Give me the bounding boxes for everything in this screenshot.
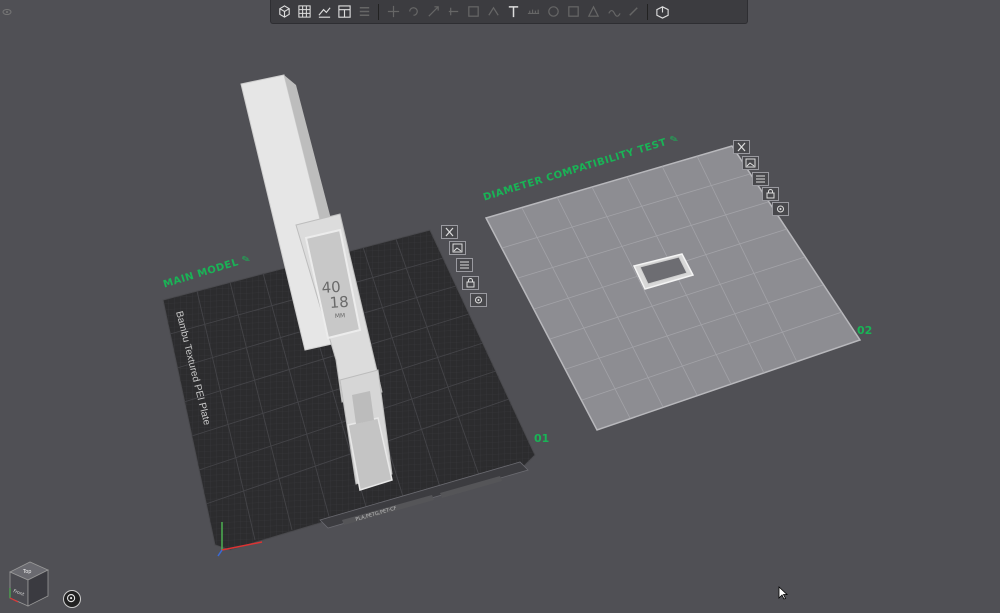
seam-icon[interactable] [484, 3, 502, 21]
navigation-cube[interactable]: Top Front [6, 558, 50, 610]
plate-02-settings-button[interactable] [752, 172, 769, 186]
layers-icon[interactable] [355, 3, 373, 21]
model-label-mid: 18 [329, 293, 349, 312]
grid-icon[interactable] [295, 3, 313, 21]
fuzzy-icon[interactable] [604, 3, 622, 21]
emboss-icon[interactable] [584, 3, 602, 21]
close-icon [737, 142, 746, 152]
view-icon[interactable] [653, 3, 671, 21]
assembly-icon[interactable] [544, 3, 562, 21]
plate-icon[interactable] [335, 3, 353, 21]
recenter-button[interactable] [63, 590, 81, 608]
toolbar-separator [647, 3, 648, 20]
plate-01-settings-button[interactable] [456, 258, 473, 272]
navcube-top-label: Top [22, 569, 31, 575]
paint-icon[interactable] [624, 3, 642, 21]
add-cube-icon[interactable] [275, 3, 293, 21]
lock-icon [466, 278, 475, 288]
plate-02-image-button[interactable] [742, 156, 759, 170]
plate-02-close-button[interactable] [733, 140, 750, 154]
rotate-icon[interactable] [404, 3, 422, 21]
move-icon[interactable] [384, 3, 402, 21]
arrange-icon[interactable] [315, 3, 333, 21]
cut-icon[interactable] [444, 3, 462, 21]
toolbar-separator [378, 3, 379, 20]
plate-01-close-button[interactable] [441, 225, 458, 239]
plate-01-gear-button[interactable] [470, 293, 487, 307]
top-toolbar [270, 0, 748, 24]
close-icon [445, 227, 454, 237]
image-icon [452, 243, 463, 253]
plate-02-number: 02 [857, 324, 873, 337]
lock-icon [766, 189, 775, 199]
measure-icon[interactable] [524, 3, 542, 21]
settings-icon [460, 261, 469, 269]
scale-icon[interactable] [424, 3, 442, 21]
split-icon[interactable] [564, 3, 582, 21]
plate-02-gear-button[interactable] [772, 202, 789, 216]
plate-01-image-button[interactable] [449, 241, 466, 255]
settings-icon [756, 175, 765, 183]
mouse-cursor-icon [778, 586, 788, 600]
3d-viewport[interactable]: 40 18 MM Bambu Textured PEI Plate PLA,PE… [0, 0, 1000, 613]
target-icon [67, 594, 76, 603]
plate-02[interactable] [484, 145, 862, 431]
eye-icon[interactable] [2, 2, 12, 15]
text-icon[interactable] [504, 3, 522, 21]
plate-02-lock-button[interactable] [762, 187, 779, 201]
plate-01-number: 01 [534, 432, 550, 445]
model-label-unit: MM [335, 312, 346, 320]
plate-01-lock-button[interactable] [462, 276, 479, 290]
gear-icon [777, 205, 784, 213]
support-icon[interactable] [464, 3, 482, 21]
gear-icon [475, 296, 482, 304]
image-icon [745, 158, 756, 168]
